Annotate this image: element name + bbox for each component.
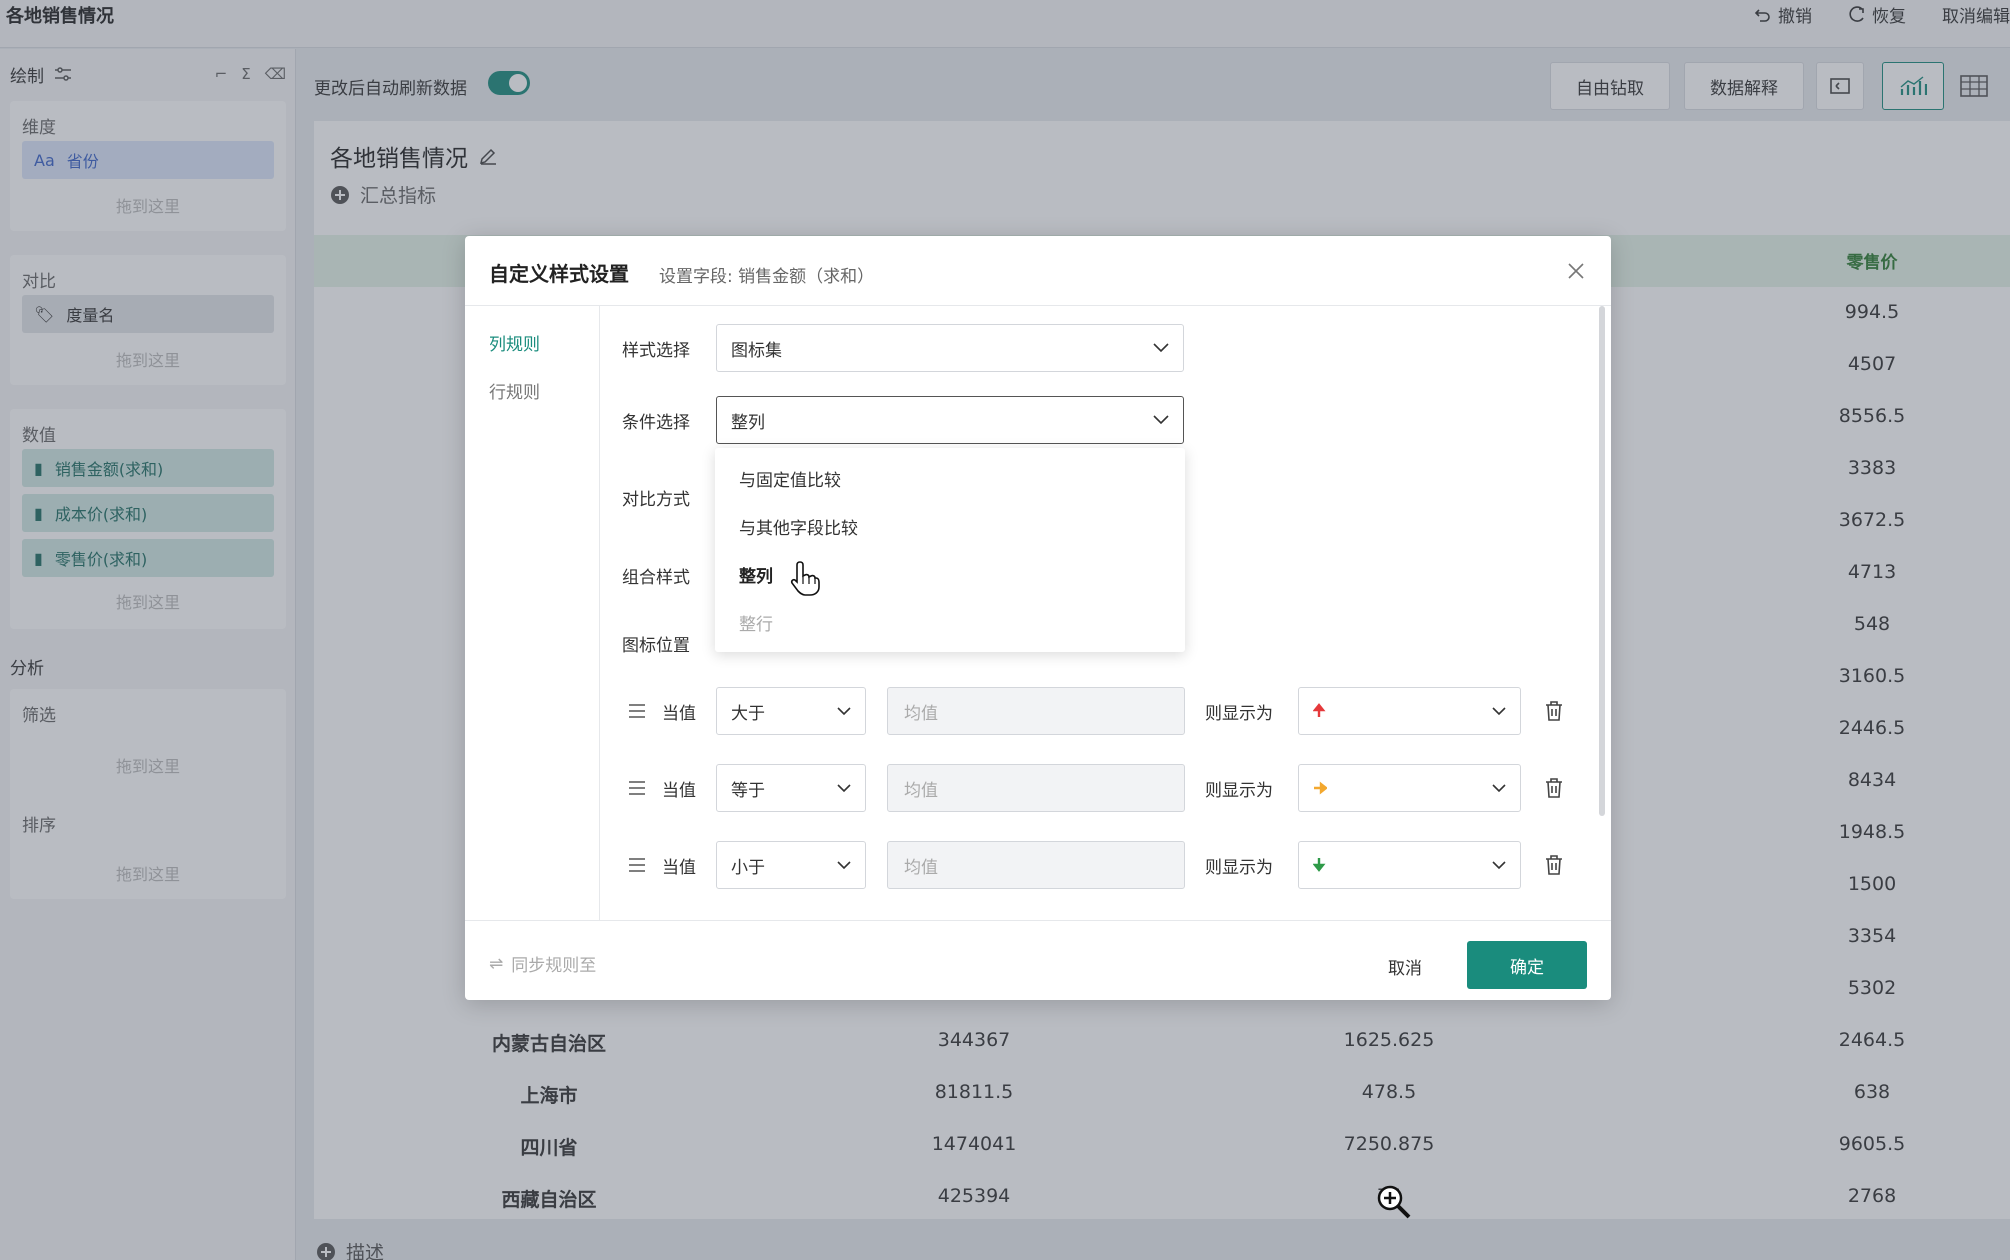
rule-operator-value: 大于: [731, 703, 765, 724]
condition-select[interactable]: 整列: [716, 396, 1184, 444]
rule-operator-value: 等于: [731, 780, 765, 801]
combo-style-label: 组合样式: [622, 568, 690, 588]
rule-then-label: 则显示为: [1205, 781, 1273, 801]
arrow-up-red-icon: [1313, 703, 1326, 717]
rule-when-label: 当值: [662, 781, 696, 801]
arrow-down-green-icon: [1313, 858, 1326, 872]
chevron-down-icon: [837, 706, 851, 716]
rule-then-label: 则显示为: [1205, 858, 1273, 878]
chevron-down-icon: [1153, 415, 1169, 425]
confirm-button[interactable]: 确定: [1467, 941, 1587, 989]
rule-operator-value: 小于: [731, 857, 765, 878]
option-whole-row[interactable]: 整行: [739, 610, 773, 635]
option-whole-column[interactable]: 整列: [739, 562, 773, 587]
close-button[interactable]: [1561, 256, 1591, 286]
rule-icon-select[interactable]: [1298, 764, 1521, 812]
condition-select-value: 整列: [731, 412, 765, 433]
icon-position-label: 图标位置: [622, 636, 690, 656]
chevron-down-icon: [837, 783, 851, 793]
dialog-title: 自定义样式设置: [489, 262, 629, 286]
chevron-down-icon: [1492, 706, 1506, 716]
rule-operator-select[interactable]: 小于: [716, 841, 866, 889]
rule-when-label: 当值: [662, 704, 696, 724]
chevron-down-icon: [1492, 860, 1506, 870]
condition-dropdown-menu: 与固定值比较 与其他字段比较 整列 整行: [715, 448, 1185, 652]
rule-value-input[interactable]: 均值: [887, 841, 1185, 889]
drag-handle-icon[interactable]: [626, 778, 648, 798]
tab-column-rules[interactable]: 列规则: [489, 330, 540, 355]
drag-handle-icon[interactable]: [626, 701, 648, 721]
drag-handle-icon[interactable]: [626, 855, 648, 875]
option-other-field[interactable]: 与其他字段比较: [739, 514, 858, 539]
hand-cursor-icon: [790, 561, 820, 596]
rule-then-label: 则显示为: [1205, 704, 1273, 724]
arrow-right-orange-icon: [1314, 781, 1327, 795]
zoom-in-cursor-icon: [1377, 1185, 1411, 1219]
chevron-down-icon: [1492, 783, 1506, 793]
trash-icon[interactable]: [1544, 777, 1564, 799]
sync-label: 同步规则至: [511, 956, 597, 976]
rule-operator-select[interactable]: 大于: [716, 687, 866, 735]
rule-value-input[interactable]: 均值: [887, 764, 1185, 812]
rule-operator-select[interactable]: 等于: [716, 764, 866, 812]
sync-rules-button[interactable]: ⇌ 同步规则至: [489, 951, 597, 977]
chevron-down-icon: [837, 860, 851, 870]
dialog-header: 自定义样式设置 设置字段: 销售金额（求和）: [465, 236, 1611, 306]
condition-select-label: 条件选择: [622, 413, 690, 433]
dialog-footer: ⇌ 同步规则至 取消 确定: [465, 920, 1611, 1000]
chevron-down-icon: [1153, 343, 1169, 353]
style-select[interactable]: 图标集: [716, 324, 1184, 372]
trash-icon[interactable]: [1544, 854, 1564, 876]
trash-icon[interactable]: [1544, 700, 1564, 722]
style-select-label: 样式选择: [622, 341, 690, 361]
dialog-scrollbar[interactable]: [1599, 306, 1605, 816]
cancel-button[interactable]: 取消: [1365, 943, 1445, 989]
swap-icon: ⇌: [489, 953, 504, 974]
option-fixed-value[interactable]: 与固定值比较: [739, 466, 841, 491]
rule-nav: 列规则 行规则: [465, 306, 600, 920]
rule-value-input[interactable]: 均值: [887, 687, 1185, 735]
rule-icon-select[interactable]: [1298, 841, 1521, 889]
style-select-value: 图标集: [731, 340, 782, 361]
compare-mode-label: 对比方式: [622, 490, 690, 510]
close-icon: [1568, 263, 1584, 279]
tab-row-rules[interactable]: 行规则: [489, 378, 540, 403]
dialog-subtitle: 设置字段: 销售金额（求和）: [659, 267, 875, 287]
rule-icon-select[interactable]: [1298, 687, 1521, 735]
rule-when-label: 当值: [662, 858, 696, 878]
